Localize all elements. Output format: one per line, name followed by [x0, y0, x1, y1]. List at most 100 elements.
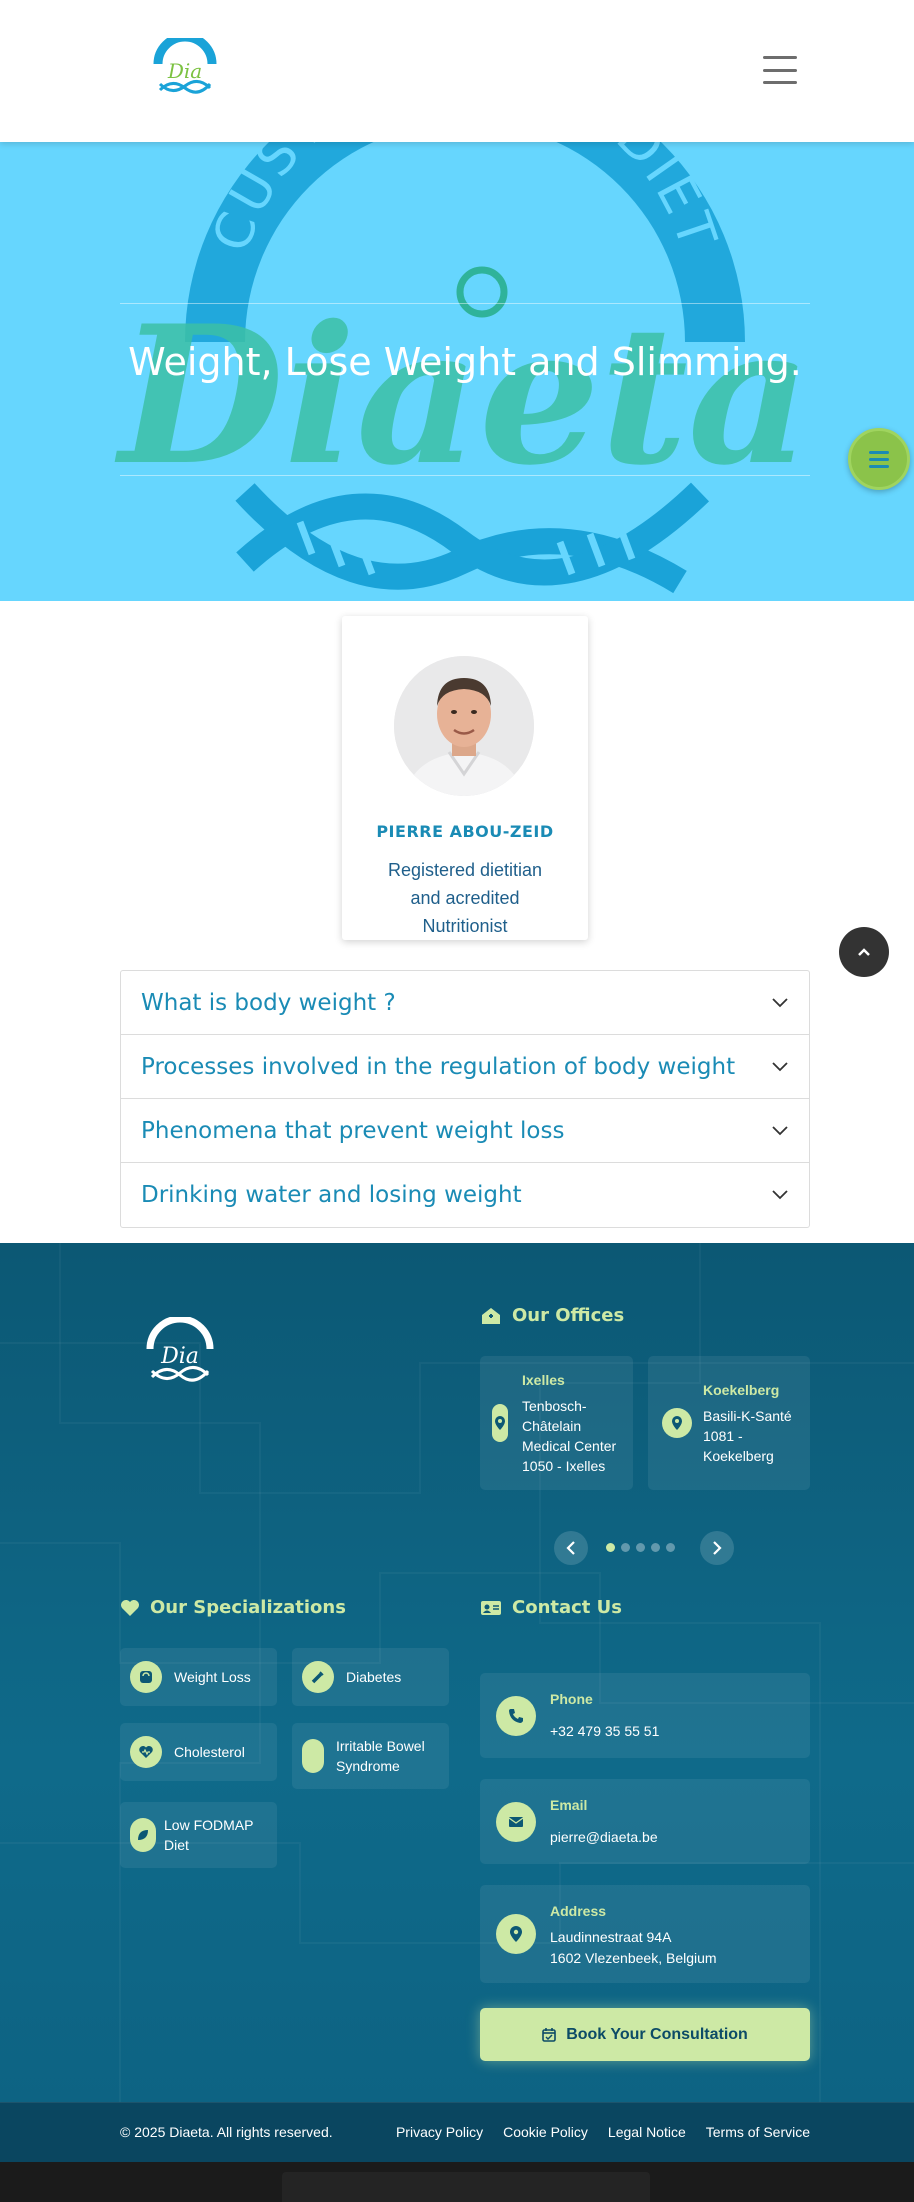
contact-phone[interactable]: Phone +32 479 35 55 51 — [480, 1673, 810, 1758]
office-name: Ixelles — [522, 1372, 565, 1388]
accordion-item-label: What is body weight ? — [141, 989, 396, 1016]
menu-line — [869, 457, 889, 461]
office-card-ixelles[interactable]: Ixelles Tenbosch-Châtelain Medical Cente… — [480, 1356, 633, 1490]
phone-value: +32 479 35 55 51 — [550, 1723, 660, 1739]
dietitian-avatar — [394, 656, 534, 796]
hamburger-line — [763, 68, 797, 72]
chevron-right-icon — [713, 1541, 722, 1555]
specialization-cholesterol[interactable]: Cholesterol — [120, 1723, 277, 1781]
svg-text:Dia: Dia — [167, 59, 202, 83]
hamburger-line — [763, 56, 797, 59]
browser-bottom-tab — [282, 2172, 650, 2202]
address-label: Address — [550, 1903, 607, 1919]
specializations-heading-label: Our Specializations — [150, 1597, 346, 1618]
diaeta-logo[interactable]: Dia — [152, 32, 218, 100]
heart-pulse-icon — [130, 1736, 162, 1768]
specialization-low-fodmap[interactable]: Low FODMAP Diet — [120, 1802, 277, 1868]
accordion-item-regulation[interactable]: Processes involved in the regulation of … — [121, 1035, 809, 1099]
hamburger-line — [763, 81, 797, 84]
scale-icon — [130, 1661, 162, 1693]
menu-hamburger-icon[interactable] — [763, 56, 797, 84]
contact-email[interactable]: Email pierre@diaeta.be — [480, 1779, 810, 1864]
specialization-label: Low FODMAP Diet — [164, 1817, 254, 1853]
map-pin-icon — [496, 1914, 536, 1954]
chevron-down-icon — [772, 998, 788, 1008]
book-consultation-label: Book Your Consultation — [566, 2025, 748, 2043]
accordion-item-label: Drinking water and losing weight — [141, 1182, 522, 1208]
menu-line — [869, 450, 889, 454]
hero-banner: CUSTOM MADE DIET Diaeta Weight, Lose Wei… — [0, 142, 914, 601]
contact-card-icon — [481, 1600, 501, 1615]
chevron-down-icon — [772, 1190, 788, 1200]
specialization-label: Irritable Bowel Syndrome — [336, 1738, 425, 1774]
legal-links: Privacy Policy Cookie Policy Legal Notic… — [396, 2124, 810, 2140]
hero-divider-top — [120, 303, 810, 304]
hero-title: Weight, Lose Weight and Slimming. — [128, 340, 802, 384]
carousel-prev-button[interactable] — [554, 1531, 588, 1565]
dietitian-name: PIERRE ABOU-ZEID — [376, 822, 554, 841]
heart-icon — [121, 1599, 139, 1616]
hero-divider-bottom — [120, 475, 810, 476]
accordion-item-label: Processes involved in the regulation of … — [141, 1053, 736, 1080]
dietitian-role: Registered dietitian and acredited Nutri… — [387, 860, 543, 936]
carousel-dot[interactable] — [606, 1543, 615, 1552]
specialization-label: Weight Loss — [174, 1669, 251, 1685]
map-pin-icon — [492, 1404, 508, 1442]
faq-accordion: What is body weight ? Processes involved… — [120, 970, 810, 1228]
carousel-dot[interactable] — [621, 1543, 630, 1552]
site-footer: Dia Our Offices Ixelles Tenbosch-Châtela… — [0, 1243, 914, 2102]
menu-line — [869, 464, 889, 468]
legal-notice-link[interactable]: Legal Notice — [608, 2124, 686, 2140]
specialization-diabetes[interactable]: Diabetes — [292, 1648, 449, 1706]
chevron-up-icon — [858, 948, 870, 956]
footer-bottom-bar: © 2025 Diaeta. All rights reserved. Priv… — [0, 2102, 914, 2162]
phone-label: Phone — [550, 1691, 593, 1707]
carousel-dot[interactable] — [636, 1543, 645, 1552]
floating-menu-button[interactable] — [848, 428, 910, 490]
cookie-policy-link[interactable]: Cookie Policy — [503, 2124, 588, 2140]
offices-heading: Our Offices — [480, 1305, 624, 1326]
chevron-left-icon — [566, 1541, 575, 1555]
phone-icon — [496, 1695, 536, 1736]
book-consultation-button[interactable]: Book Your Consultation — [480, 2008, 810, 2061]
specialization-weight-loss[interactable]: Weight Loss — [120, 1648, 277, 1706]
specialization-label: Diabetes — [346, 1669, 402, 1685]
offices-heading-label: Our Offices — [512, 1305, 625, 1326]
footer-diaeta-logo[interactable]: Dia — [142, 1315, 218, 1393]
email-value: pierre@diaeta.be — [550, 1829, 658, 1845]
contact-heading-label: Contact Us — [512, 1597, 623, 1618]
site-header: Dia — [0, 0, 914, 142]
carousel-next-button[interactable] — [700, 1531, 734, 1565]
address-line-2: 1602 Vlezenbeek, Belgium — [550, 1950, 717, 1966]
carousel-dot[interactable] — [651, 1543, 660, 1552]
syringe-icon — [302, 1661, 334, 1693]
clinic-house-icon — [482, 1307, 500, 1324]
chevron-down-icon — [772, 1062, 788, 1072]
specialization-ibs[interactable]: Irritable Bowel Syndrome — [292, 1723, 449, 1789]
contact-heading: Contact Us — [480, 1597, 622, 1618]
contact-address[interactable]: Address Laudinnestraat 94A 1602 Vlezenbe… — [480, 1885, 810, 1983]
calendar-check-icon — [542, 2027, 556, 2042]
copyright-text: © 2025 Diaeta. All rights reserved. — [120, 2124, 333, 2140]
accordion-item-body-weight[interactable]: What is body weight ? — [121, 971, 809, 1035]
office-address: Tenbosch-Châtelain Medical Center 1050 -… — [522, 1398, 617, 1474]
svg-text:Diaeta: Diaeta — [114, 284, 811, 507]
svg-text:CUSTOM MADE DIET: CUSTOM MADE DIET — [202, 142, 729, 259]
accordion-item-label: Phenomena that prevent weight loss — [141, 1117, 565, 1144]
browser-bottom-strip — [0, 2162, 914, 2202]
chevron-down-icon — [772, 1126, 788, 1136]
office-card-koekelberg[interactable]: Koekelberg Basili-K-Santé 1081 - Koekelb… — [648, 1356, 810, 1490]
accordion-item-phenomena[interactable]: Phenomena that prevent weight loss — [121, 1099, 809, 1163]
carousel-dot[interactable] — [666, 1543, 675, 1552]
leaf-icon — [130, 1818, 156, 1852]
svg-text:Dia: Dia — [160, 1344, 199, 1369]
privacy-policy-link[interactable]: Privacy Policy — [396, 2124, 483, 2140]
office-name: Koekelberg — [703, 1382, 780, 1398]
stomach-icon — [302, 1739, 324, 1773]
scroll-to-top-button[interactable] — [839, 927, 889, 977]
terms-of-service-link[interactable]: Terms of Service — [706, 2124, 810, 2140]
specializations-heading: Our Specializations — [120, 1597, 346, 1618]
accordion-item-drinking-water[interactable]: Drinking water and losing weight — [121, 1163, 809, 1227]
dietitian-profile-card: PIERRE ABOU-ZEID Registered dietitian an… — [342, 616, 588, 940]
email-label: Email — [550, 1797, 588, 1813]
